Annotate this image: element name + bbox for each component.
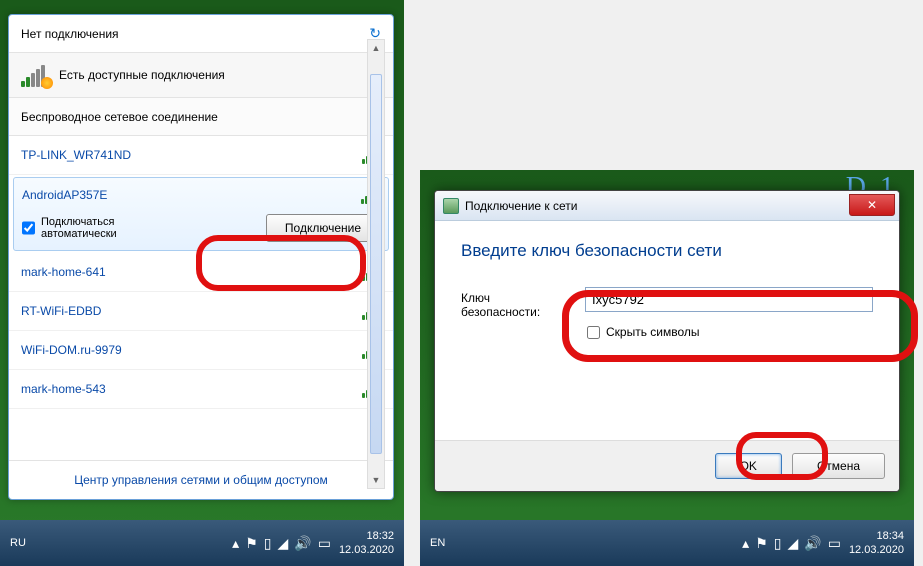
tray-up-icon[interactable]: ▴ xyxy=(742,535,749,552)
time-text: 18:34 xyxy=(849,529,904,543)
tray-icons: ▴ ⚑ ▯ ◢ 🔊 ▭ xyxy=(232,535,331,552)
ok-button[interactable]: OK xyxy=(715,453,782,479)
cancel-button[interactable]: Отмена xyxy=(792,453,885,479)
tray-up-icon[interactable]: ▴ xyxy=(232,535,239,552)
scrollbar[interactable]: ▲ ▼ xyxy=(367,39,385,489)
dialog-title: Подключение к сети xyxy=(465,199,577,213)
flag-icon[interactable]: ⚑ xyxy=(245,535,258,552)
volume-icon[interactable]: 🔊 xyxy=(804,535,821,552)
network-ssid: mark-home-641 xyxy=(21,265,106,279)
action-center-icon[interactable]: ▭ xyxy=(828,535,841,552)
security-dialog-panel: D 1 Подключение к сети ✕ Введите ключ бе… xyxy=(420,170,914,566)
network-ssid: AndroidAP357E xyxy=(22,188,107,202)
date-text: 12.03.2020 xyxy=(849,543,904,557)
network-center-link[interactable]: Центр управления сетями и общим доступом xyxy=(74,473,328,487)
scroll-up-arrow-icon[interactable]: ▲ xyxy=(368,40,384,56)
battery-icon[interactable]: ▯ xyxy=(264,535,272,552)
clock[interactable]: 18:32 12.03.2020 xyxy=(339,529,394,558)
flyout-footer: Центр управления сетями и общим доступом xyxy=(9,460,393,499)
security-key-input[interactable] xyxy=(585,287,873,312)
connection-status-text: Нет подключения xyxy=(21,27,119,41)
language-indicator[interactable]: RU xyxy=(10,537,26,549)
clock[interactable]: 18:34 12.03.2020 xyxy=(849,529,904,558)
system-tray: ▴ ⚑ ▯ ◢ 🔊 ▭ 18:34 12.03.2020 xyxy=(742,529,904,558)
action-center-icon[interactable]: ▭ xyxy=(318,535,331,552)
taskbar: EN ▴ ⚑ ▯ ◢ 🔊 ▭ 18:34 12.03.2020 xyxy=(420,520,914,566)
close-button[interactable]: ✕ xyxy=(849,194,895,216)
tray-icons: ▴ ⚑ ▯ ◢ 🔊 ▭ xyxy=(742,535,841,552)
security-key-label: Ключ безопасности: xyxy=(461,287,571,319)
network-item[interactable]: mark-home-641 xyxy=(9,253,393,292)
network-item[interactable]: RT-WiFi-EDBD xyxy=(9,292,393,331)
battery-icon[interactable]: ▯ xyxy=(774,535,782,552)
network-ssid: mark-home-543 xyxy=(21,382,106,396)
system-tray: ▴ ⚑ ▯ ◢ 🔊 ▭ 18:32 12.03.2020 xyxy=(232,529,394,558)
network-item[interactable]: TP-LINK_WR741ND xyxy=(9,136,393,175)
available-row: Есть доступные подключения xyxy=(9,53,393,98)
signal-with-alert-icon xyxy=(21,63,49,87)
dialog-heading: Введите ключ безопасности сети xyxy=(461,241,873,261)
flyout-header: Нет подключения ↻ xyxy=(9,15,393,53)
auto-connect-input[interactable] xyxy=(22,221,35,235)
time-text: 18:32 xyxy=(339,529,394,543)
network-item-selected[interactable]: AndroidAP357E Подключаться автоматически… xyxy=(13,177,389,251)
volume-icon[interactable]: 🔊 xyxy=(294,535,311,552)
close-icon: ✕ xyxy=(867,198,877,212)
dialog-body: Введите ключ безопасности сети Ключ безо… xyxy=(435,221,899,440)
network-ssid: TP-LINK_WR741ND xyxy=(21,148,131,162)
network-dialog-icon xyxy=(443,198,459,214)
language-indicator[interactable]: EN xyxy=(430,537,445,549)
network-item[interactable]: WiFi-DOM.ru-9979 xyxy=(9,331,393,370)
wireless-section-label: Беспроводное сетевое соединение xyxy=(21,110,218,124)
security-key-row: Ключ безопасности: xyxy=(461,287,873,319)
date-text: 12.03.2020 xyxy=(339,543,394,557)
selected-network-controls: Подключаться автоматически Подключение xyxy=(22,214,380,242)
auto-connect-checkbox[interactable]: Подключаться автоматически xyxy=(22,216,142,240)
network-flyout-panel: Нет подключения ↻ Есть доступные подключ… xyxy=(0,0,404,566)
hide-characters-label: Скрыть символы xyxy=(606,325,700,339)
network-flyout: Нет подключения ↻ Есть доступные подключ… xyxy=(8,14,394,500)
hide-characters-input[interactable] xyxy=(587,326,600,339)
network-ssid: RT-WiFi-EDBD xyxy=(21,304,101,318)
auto-connect-label: Подключаться автоматически xyxy=(41,216,142,240)
network-item[interactable]: mark-home-543 xyxy=(9,370,393,409)
scroll-thumb[interactable] xyxy=(370,74,382,454)
network-list: TP-LINK_WR741ND AndroidAP357E Подключать… xyxy=(9,136,393,460)
dialog-titlebar[interactable]: Подключение к сети ✕ xyxy=(435,191,899,221)
network-tray-icon[interactable]: ◢ xyxy=(277,535,288,552)
connect-to-network-dialog: Подключение к сети ✕ Введите ключ безопа… xyxy=(434,190,900,492)
available-connections-label: Есть доступные подключения xyxy=(59,68,225,82)
connect-button[interactable]: Подключение xyxy=(266,214,380,242)
network-tray-icon[interactable]: ◢ xyxy=(787,535,798,552)
taskbar: RU ▴ ⚑ ▯ ◢ 🔊 ▭ 18:32 12.03.2020 xyxy=(0,520,404,566)
wireless-section-header[interactable]: Беспроводное сетевое соединение ︿ xyxy=(9,98,393,136)
flag-icon[interactable]: ⚑ xyxy=(755,535,768,552)
scroll-down-arrow-icon[interactable]: ▼ xyxy=(368,472,384,488)
hide-characters-checkbox[interactable]: Скрыть символы xyxy=(587,325,873,339)
dialog-footer: OK Отмена xyxy=(435,440,899,491)
network-ssid: WiFi-DOM.ru-9979 xyxy=(21,343,122,357)
